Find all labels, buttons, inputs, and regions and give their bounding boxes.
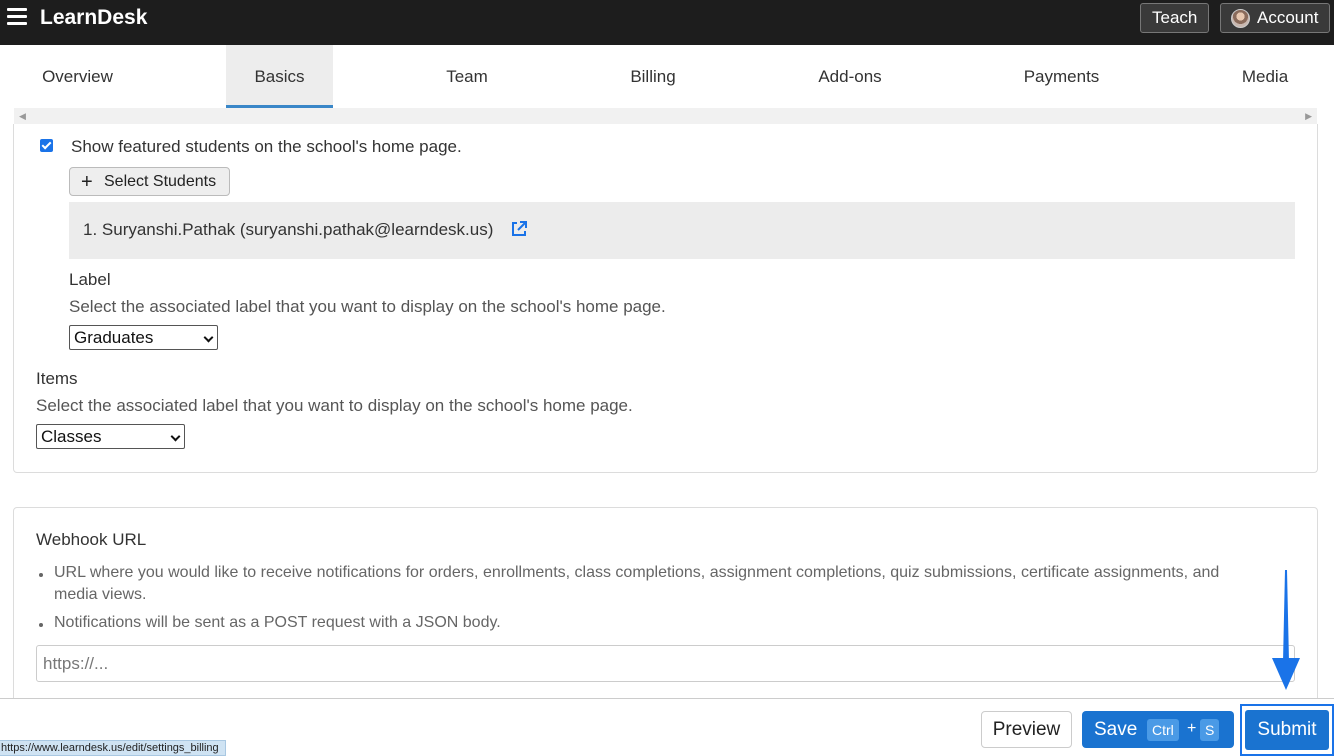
ctrl-key-badge: Ctrl <box>1147 719 1179 741</box>
items-help-text: Select the associated label that you wan… <box>36 396 633 415</box>
select-students-button[interactable]: + Select Students <box>69 167 230 196</box>
status-bar-url: https://www.learndesk.us/edit/settings_b… <box>0 740 226 756</box>
brand-logo[interactable]: LearnDesk <box>40 6 147 30</box>
preview-button[interactable]: Preview <box>981 711 1072 748</box>
webhook-note-1: URL where you would like to receive noti… <box>54 564 1220 581</box>
items-select[interactable]: Classes <box>36 424 185 449</box>
save-label: Save <box>1094 719 1138 740</box>
shortcut-plus: + <box>1187 720 1197 737</box>
bullet-icon <box>39 623 43 627</box>
chevron-down-icon <box>170 431 181 442</box>
tab-basics[interactable]: Basics <box>226 45 333 108</box>
webhook-note-1-cont: media views. <box>54 586 147 603</box>
select-students-label: Select Students <box>104 173 217 190</box>
items-select-value: Classes <box>41 427 102 446</box>
external-link-icon[interactable] <box>510 220 528 238</box>
tab-media[interactable]: Media <box>1226 45 1304 107</box>
scroll-right-icon[interactable]: ▶ <box>1305 111 1312 122</box>
pointer-arrow-icon <box>1272 570 1300 690</box>
save-button[interactable]: Save Ctrl + S <box>1082 711 1234 748</box>
teach-button[interactable]: Teach <box>1140 3 1210 33</box>
label-select-value: Graduates <box>74 328 154 347</box>
tab-add-ons[interactable]: Add-ons <box>801 45 899 107</box>
chevron-down-icon <box>203 332 214 343</box>
tab-team[interactable]: Team <box>417 45 517 107</box>
submit-button[interactable]: Submit <box>1245 710 1329 750</box>
student-list-item: 1. Suryanshi.Pathak (suryanshi.pathak@le… <box>83 220 494 239</box>
show-featured-checkbox[interactable] <box>40 139 53 152</box>
items-heading: Items <box>36 369 78 388</box>
s-key-badge: S <box>1200 719 1220 741</box>
tabs-scrollbar[interactable]: ◀ ▶ <box>14 108 1317 125</box>
webhook-url-input[interactable]: https://... <box>36 645 1295 682</box>
avatar <box>1231 9 1250 28</box>
webhook-heading: Webhook URL <box>36 530 147 549</box>
tab-billing[interactable]: Billing <box>602 45 704 107</box>
tab-overview[interactable]: Overview <box>14 45 141 107</box>
label-select[interactable]: Graduates <box>69 325 218 350</box>
scroll-left-icon[interactable]: ◀ <box>19 111 26 122</box>
label-heading: Label <box>69 270 111 289</box>
account-button[interactable]: Account <box>1220 3 1331 33</box>
bullet-icon <box>39 573 43 577</box>
account-label: Account <box>1257 8 1319 27</box>
show-featured-label: Show featured students on the school's h… <box>71 137 462 156</box>
settings-tabs: Overview Basics Team Billing Add-ons Pay… <box>14 45 1317 108</box>
webhook-note-2: Notifications will be sent as a POST req… <box>54 614 501 631</box>
plus-icon: + <box>81 171 93 193</box>
hamburger-menu-icon[interactable] <box>7 8 27 28</box>
label-help-text: Select the associated label that you wan… <box>69 297 666 316</box>
top-bar: LearnDesk Teach Account <box>0 0 1334 45</box>
tab-payments[interactable]: Payments <box>1004 45 1119 107</box>
